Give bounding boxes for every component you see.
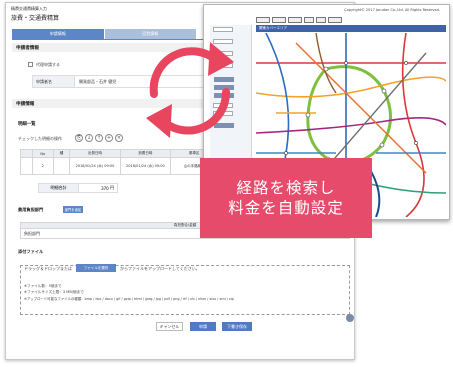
applicant-value: 開発部品・石井 健児 xyxy=(79,78,117,84)
col-arrive: 到着日時 xyxy=(119,149,172,158)
note-file-size: ※ファイルサイズ上限：3 MB/個まで xyxy=(24,290,84,294)
scroll-top-button[interactable] xyxy=(346,314,354,322)
department-row-label: 負担部門 xyxy=(24,231,40,236)
callout-line-1: 経路を検索し xyxy=(236,179,336,197)
applicant-row: 申請者名 開発部品・石井 健児 xyxy=(32,75,207,88)
row-arrive: 2018/01/24 (水) 09:00 xyxy=(119,157,172,175)
select-all-checkbox[interactable] xyxy=(20,149,33,158)
row-type xyxy=(52,157,71,175)
copy-icon[interactable]: ⎘ xyxy=(75,134,83,142)
file-select-button[interactable]: ファイルを選択 xyxy=(76,264,116,272)
note-file-count: ※ファイル数：5個まで xyxy=(24,284,62,288)
mode-key-2[interactable] xyxy=(272,17,286,23)
note-file-types: ※アップロード可能なファイルの種類：bmp / doc / docx / gif… xyxy=(24,297,234,301)
delete-icon[interactable]: × xyxy=(115,134,123,142)
save-draft-button[interactable]: 下書き保存 xyxy=(222,322,252,331)
search-option-button-1[interactable] xyxy=(214,77,234,82)
stage: 精費交通費精算入力 旅費・交通費精算 申請情報 回覧情報 申請者情報 代理申請す… xyxy=(0,0,453,367)
add-icon[interactable]: + xyxy=(105,134,113,142)
mode-key-6[interactable] xyxy=(328,17,342,23)
applicant-label: 申請者名 xyxy=(33,76,75,87)
mode-key-4[interactable] xyxy=(304,17,314,23)
row-checkbox[interactable] xyxy=(20,157,33,175)
search-option-button-3[interactable] xyxy=(214,93,234,98)
mode-key-3[interactable] xyxy=(288,17,302,23)
detail-total-label: 明細合計 xyxy=(39,184,79,192)
proxy-checkbox-label: 代理申請する xyxy=(36,62,60,67)
department-title: 費用負担部門 xyxy=(18,207,44,212)
copyright-text: Copyright© 2017 Jorudan Co.,Ltd. All Rig… xyxy=(344,8,440,12)
via-station-input[interactable] xyxy=(213,51,233,56)
tab-bar: 申請情報 回覧情報 xyxy=(12,29,197,39)
map-title: 関東カバーエリア xyxy=(256,25,446,32)
mode-key-1[interactable] xyxy=(256,17,270,23)
mode-key-5[interactable] xyxy=(316,17,326,23)
col-no: No xyxy=(31,149,54,158)
drop-text-after: からファイルをアップロードしてください。 xyxy=(120,266,200,271)
drop-text-before: ドラッグ＆ドロップまたは xyxy=(24,266,72,271)
row-depart: 2018/01/24 (水) 09:00 xyxy=(69,157,121,175)
col-type: 種 xyxy=(52,149,71,158)
breadcrumb: 旅費・交通費精算 xyxy=(11,15,60,22)
route-search-button[interactable] xyxy=(214,123,234,128)
feature-callout: 経路を検索し 料金を自動設定 xyxy=(200,158,372,238)
col-depart: 出発日時 xyxy=(69,149,121,158)
arrow-up-icon[interactable]: ↑ xyxy=(95,134,103,142)
date-input[interactable] xyxy=(213,63,233,68)
detail-total-value: 370 xyxy=(101,185,109,191)
tab-circulation-info[interactable]: 回覧情報 xyxy=(104,29,197,39)
detail-total-value-wrap: 370 円 xyxy=(79,184,117,192)
row-no: 2 xyxy=(31,157,54,175)
app-title: 精費交通費精算入力 xyxy=(11,6,47,11)
callout-line-2: 料金を自動設定 xyxy=(228,199,344,217)
proxy-checkbox[interactable] xyxy=(28,62,33,67)
departure-station-input[interactable] xyxy=(213,27,233,32)
arrow-down-icon[interactable]: ↓ xyxy=(85,134,93,142)
tab-application-info[interactable]: 申請情報 xyxy=(12,29,105,39)
detail-toolbar-label: チェックした明細の操作 xyxy=(18,136,62,141)
time-select[interactable] xyxy=(213,103,233,108)
cancel-button[interactable]: キャンセル xyxy=(156,322,183,331)
seat-select[interactable] xyxy=(213,111,233,116)
add-department-button[interactable]: 部門を追加 xyxy=(63,206,83,213)
attachments-title: 添付ファイル xyxy=(18,249,44,254)
apply-button[interactable]: 申請 xyxy=(190,322,216,331)
detail-total-unit: 円 xyxy=(110,185,114,190)
detail-total: 明細合計 370 円 xyxy=(38,183,118,193)
arrival-station-input[interactable] xyxy=(213,39,233,44)
search-option-button-2[interactable] xyxy=(214,85,234,90)
detail-list-title: 明細一覧 xyxy=(18,122,36,127)
